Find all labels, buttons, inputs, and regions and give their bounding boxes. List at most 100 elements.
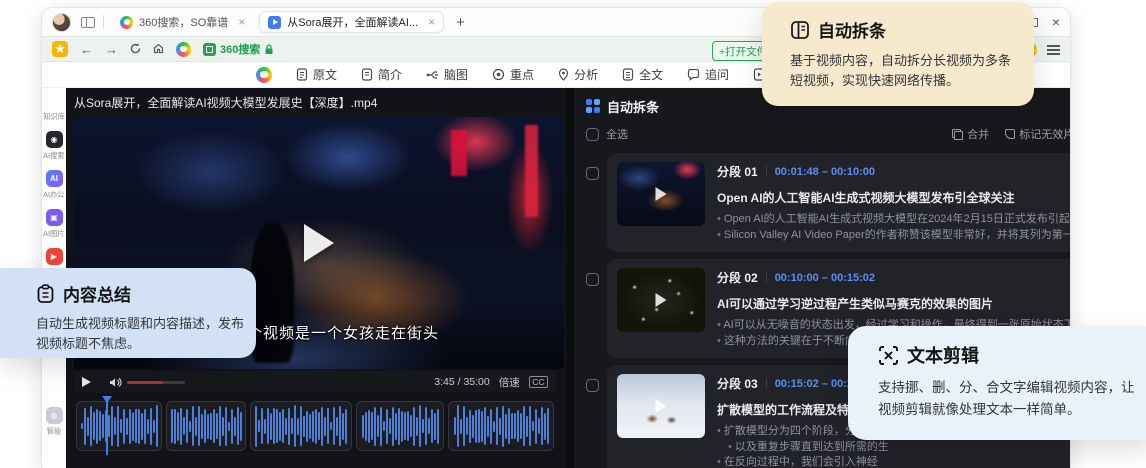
tab-fulltext[interactable]: 全文	[622, 66, 663, 83]
segment-name: 分段 02	[717, 271, 758, 285]
waveform-bar	[197, 406, 200, 446]
waveform-segment[interactable]	[166, 401, 246, 451]
audio-waveform-timeline[interactable]	[74, 396, 556, 457]
home-icon[interactable]	[153, 43, 164, 56]
waveform-bar	[486, 415, 489, 437]
fulltext-icon	[622, 68, 634, 81]
divider	[765, 378, 767, 389]
speed-button[interactable]: 倍速	[499, 375, 520, 390]
back-icon[interactable]: ←	[80, 43, 93, 56]
waveform-bar	[143, 408, 146, 444]
new-tab-button[interactable]: +	[456, 14, 465, 31]
waveform-segment[interactable]	[250, 401, 352, 451]
waveform-bar	[279, 411, 281, 441]
waveform-bar	[179, 407, 182, 445]
bookmark-star-icon[interactable]	[52, 41, 68, 57]
waveform-bar	[453, 417, 456, 435]
tab-highlights[interactable]: 重点	[492, 66, 534, 83]
forward-icon[interactable]: →	[105, 43, 118, 56]
screenshot: 360搜索，SO靠谱 × 从Sora展开，全面解读AI... × + × ← →	[0, 0, 1146, 468]
waveform-bar	[522, 406, 525, 446]
profile-avatar[interactable]	[52, 12, 71, 32]
segment-checkbox[interactable]	[586, 167, 599, 180]
auto-split-icon	[586, 99, 600, 113]
waveform-bar	[382, 421, 385, 431]
waveform-bar	[459, 418, 462, 434]
waveform-bar	[113, 417, 116, 435]
neon-sign	[524, 124, 538, 217]
mark-invalid-button[interactable]: 标记无效片段	[1005, 126, 1070, 142]
divider	[103, 15, 104, 29]
waveform-bar	[152, 419, 155, 433]
sidebar-item-ai-office[interactable]: AI AI办公	[42, 170, 66, 200]
waveform-segment[interactable]	[356, 401, 444, 451]
waveform-bar	[233, 416, 236, 436]
waveform-bar	[507, 408, 510, 444]
cc-button[interactable]: CC	[528, 376, 548, 388]
waveform-bar	[218, 406, 221, 446]
tab-original-text[interactable]: 原文	[296, 66, 337, 83]
waveform-bar	[95, 408, 98, 444]
waveform-bar	[318, 412, 320, 440]
waveform-bar	[531, 421, 534, 431]
menu-icon[interactable]	[1047, 45, 1060, 55]
mindmap-icon	[426, 70, 439, 79]
segment-thumbnail[interactable]	[617, 268, 705, 332]
tab-close-icon[interactable]: ×	[428, 15, 435, 29]
segment-bullet: Open AI的人工智能AI生成式视频大模型在2024年2月15日正式发布引起关…	[717, 212, 1070, 228]
waveform-bar	[513, 413, 516, 439]
play-overlay-icon[interactable]	[304, 224, 334, 262]
select-all-checkbox[interactable]	[586, 127, 599, 141]
segment-bullet: 在反向过程中，我们会引入神经	[717, 455, 1070, 468]
tab-sora-video[interactable]: 从Sora展开，全面解读AI... ×	[259, 11, 445, 33]
segment-title: Open AI的人工智能AI生成式视频大模型发布引全球关注	[717, 191, 1015, 205]
tab-title: 360搜索，SO靠谱	[139, 17, 229, 29]
segment-thumbnail[interactable]	[617, 162, 705, 226]
waveform-bar	[406, 411, 409, 441]
waveform-bar	[203, 409, 206, 443]
ai-assistant-icon[interactable]	[176, 41, 191, 57]
volume-slider[interactable]	[127, 380, 185, 384]
tab-followup[interactable]: 追问	[687, 66, 729, 83]
waveform-bar	[227, 421, 230, 431]
waveform-bar	[465, 417, 468, 435]
segment-thumbnail[interactable]	[617, 374, 705, 438]
waveform-bar	[149, 407, 152, 445]
play-button[interactable]	[82, 377, 91, 387]
tab-mindmap[interactable]: 脑图	[426, 66, 468, 83]
reload-icon[interactable]	[130, 42, 141, 56]
panel-actions: 合并 标记无效片段 ···	[952, 126, 1070, 142]
waveform-bar	[264, 418, 266, 434]
waveform-bar	[122, 408, 125, 444]
tab-close-icon[interactable]: ×	[238, 15, 245, 29]
waveform-bar	[83, 407, 86, 445]
site-badge[interactable]: 360搜索	[203, 41, 274, 57]
close-icon[interactable]: ×	[1052, 15, 1060, 29]
volume-control[interactable]	[109, 377, 185, 388]
merge-button[interactable]: 合并	[952, 126, 989, 142]
sidebar-item-knowledge[interactable]: 知识库	[42, 92, 66, 122]
segment-card[interactable]: 分段 01 00:01:48 – 00:10:00 Open AI的人工智能AI…	[607, 153, 1070, 252]
sidebar-item-ai-image[interactable]: ▣ AI图片	[42, 209, 66, 239]
waveform-bar	[146, 418, 149, 434]
sidebar-item-ai-search[interactable]: ◉ AI搜索	[42, 131, 66, 161]
waveform-bar	[140, 412, 143, 440]
waveform-bar	[324, 416, 326, 436]
waveform-bar	[137, 408, 140, 444]
waveform-segment[interactable]	[76, 401, 162, 451]
waveform-segment[interactable]	[448, 401, 554, 451]
waveform-bar	[474, 409, 477, 443]
panel-controls: 全选 合并 标记无效片段 ···	[586, 122, 1070, 146]
tab-analysis[interactable]: 分析	[558, 66, 598, 83]
tab-intro[interactable]: 简介	[361, 66, 402, 83]
waveform-bar	[80, 423, 83, 429]
segment-checkbox[interactable]	[586, 379, 599, 392]
workspace-icon[interactable]	[81, 16, 95, 28]
sidebar-item-agent[interactable]: ◍ 智能	[45, 407, 63, 437]
ai-browser-logo-icon	[256, 66, 272, 83]
tab-360-search[interactable]: 360搜索，SO靠谱 ×	[112, 11, 253, 33]
waveform-bar	[379, 406, 382, 446]
document-icon	[296, 68, 308, 81]
segment-checkbox[interactable]	[586, 273, 599, 286]
waveform-bar	[373, 406, 376, 446]
